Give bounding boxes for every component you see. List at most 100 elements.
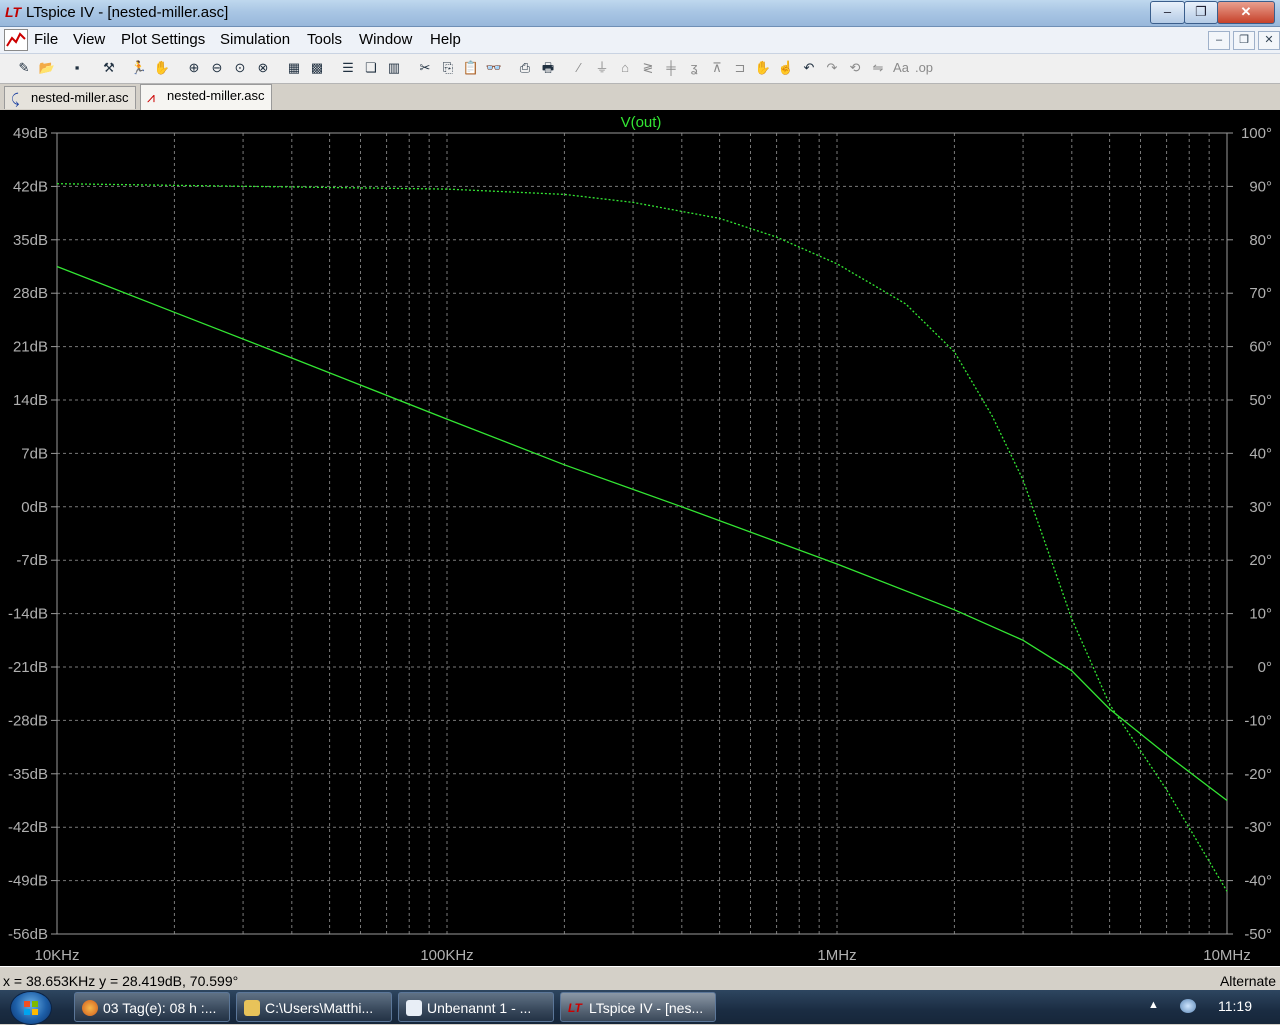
mdi-close-button[interactable]: ✕ [1258, 31, 1280, 50]
maximize-button[interactable]: ❐ [1184, 1, 1218, 24]
y-left-tick-label: 21dB [13, 339, 48, 356]
menu-file[interactable]: File [34, 31, 58, 48]
folder-icon [244, 1000, 260, 1016]
x-tick-label: 100KHz [420, 947, 473, 964]
resistor-icon[interactable]: ≷ [638, 59, 658, 77]
diode-icon[interactable]: ⊼ [707, 59, 727, 77]
zoom-in-icon[interactable]: ⊕ [184, 59, 204, 77]
zoom-fit-icon[interactable]: ⊙ [230, 59, 250, 77]
y-left-tick-label: 0dB [21, 499, 48, 516]
open-file-icon[interactable]: 📂 [37, 59, 57, 77]
drag-icon[interactable]: ☝ [776, 59, 796, 77]
save-icon[interactable]: ▪ [67, 59, 87, 77]
print-icon[interactable]: 🖶 [538, 59, 558, 77]
menu-plot-settings[interactable]: Plot Settings [121, 31, 205, 48]
ltspice-icon: LT [568, 1000, 584, 1016]
zoom-out-icon[interactable]: ⊖ [207, 59, 227, 77]
open-schematic-icon[interactable]: ✎ [14, 59, 34, 77]
y-right-tick-label: 50° [1249, 392, 1272, 409]
wire-icon[interactable]: ∕ [569, 59, 589, 77]
zoom-cancel-icon[interactable]: ⊗ [253, 59, 273, 77]
traces [57, 184, 1227, 892]
title-bar[interactable]: LT LTspice IV - [nested-miller.asc] – ❐ … [0, 0, 1280, 27]
firefox-icon [82, 1000, 98, 1016]
schematic-icon: ⤹ [11, 89, 19, 110]
tile-horizontal-icon[interactable]: ☰ [338, 59, 358, 77]
grid-icon[interactable]: ▩ [307, 59, 327, 77]
menu-simulation[interactable]: Simulation [220, 31, 290, 48]
print-preview-icon[interactable]: ⎙ [515, 59, 535, 77]
plot-canvas[interactable]: 49dB42dB35dB28dB21dB14dB7dB0dB-7dB-14dB-… [0, 110, 1280, 966]
cursor-readout: x = 38.653KHz y = 28.419dB, 70.599° [3, 973, 238, 989]
task-label: LTspice IV - [nes... [589, 1000, 703, 1016]
label-icon[interactable]: ⌂ [615, 59, 635, 77]
y-left-tick-label: 49dB [13, 125, 48, 142]
close-button[interactable]: ✕ [1217, 1, 1275, 24]
task-explorer[interactable]: C:\Users\Matthi... [236, 992, 392, 1022]
waveform-window-icon[interactable] [4, 29, 28, 51]
find-icon[interactable]: 👓 [484, 59, 504, 77]
cascade-icon[interactable]: ❏ [361, 59, 381, 77]
menu-help[interactable]: Help [430, 31, 461, 48]
ltspice-logo-icon: LT [5, 4, 21, 20]
y-left-tick-label: 7dB [21, 445, 48, 462]
waveform-plot[interactable]: 49dB42dB35dB28dB21dB14dB7dB0dB-7dB-14dB-… [0, 110, 1280, 966]
y-right-tick-label: -50° [1244, 926, 1272, 943]
task-writer[interactable]: Unbenannt 1 - ... [398, 992, 554, 1022]
autorange-icon[interactable]: ▦ [284, 59, 304, 77]
start-button[interactable] [10, 991, 52, 1025]
y-left-tick-label: -42dB [8, 819, 48, 836]
status-bar: x = 38.653KHz y = 28.419dB, 70.599° Alte… [0, 966, 1280, 991]
waveform-icon: ⩘ [147, 87, 155, 108]
x-tick-label: 10KHz [34, 947, 79, 964]
y-right-tick-label: -40° [1244, 873, 1272, 890]
y-right-tick-label: -30° [1244, 819, 1272, 836]
y-left-tick-label: -49dB [8, 873, 48, 890]
task-firefox[interactable]: 03 Tag(e): 08 h :... [74, 992, 230, 1022]
clock[interactable]: 11:19 [1218, 998, 1252, 1014]
tab-schematic[interactable]: ⤹ nested-miller.asc [4, 86, 136, 109]
spice-directive-icon[interactable]: .op [914, 59, 934, 77]
mdi-minimize-button[interactable]: – [1208, 31, 1230, 50]
task-label: Unbenannt 1 - ... [427, 1000, 531, 1016]
tab-label: nested-miller.asc [167, 88, 265, 103]
trace-name-vout[interactable]: V(out) [621, 114, 662, 131]
menu-tools[interactable]: Tools [307, 31, 342, 48]
phase-trace[interactable] [57, 184, 1227, 892]
control-panel-icon[interactable]: ⚒ [99, 59, 119, 77]
mdi-restore-button[interactable]: ❐ [1233, 31, 1255, 50]
menu-view[interactable]: View [73, 31, 105, 48]
y-left-tick-label: 35dB [13, 232, 48, 249]
y-right-tick-label: -20° [1244, 766, 1272, 783]
y-left-tick-label: -56dB [8, 926, 48, 943]
ground-icon[interactable]: ⏚ [592, 59, 612, 77]
network-icon[interactable] [1180, 999, 1196, 1013]
redo-icon[interactable]: ↷ [822, 59, 842, 77]
show-hidden-icons-button[interactable]: ▲ [1148, 999, 1159, 1011]
y-left-tick-label: 14dB [13, 392, 48, 409]
undo-icon[interactable]: ↶ [799, 59, 819, 77]
y-left-tick-label: -21dB [8, 659, 48, 676]
tab-waveform[interactable]: ⩘ nested-miller.asc [140, 84, 272, 110]
capacitor-icon[interactable]: ╪ [661, 59, 681, 77]
rotate-icon[interactable]: ⟲ [845, 59, 865, 77]
y-right-tick-label: 70° [1249, 285, 1272, 302]
task-ltspice[interactable]: LT LTspice IV - [nes... [560, 992, 716, 1022]
move-icon[interactable]: ✋ [753, 59, 773, 77]
plot-frame [57, 133, 1227, 934]
cut-icon[interactable]: ✂ [415, 59, 435, 77]
grid [57, 133, 1227, 934]
halt-icon[interactable]: ✋ [152, 59, 172, 77]
run-icon[interactable]: 🏃 [129, 59, 149, 77]
mirror-icon[interactable]: ⇋ [868, 59, 888, 77]
minimize-button[interactable]: – [1150, 1, 1185, 24]
component-icon[interactable]: ⊐ [730, 59, 750, 77]
y-right-tick-label: -10° [1244, 712, 1272, 729]
axis-labels: 49dB42dB35dB28dB21dB14dB7dB0dB-7dB-14dB-… [8, 125, 1272, 964]
paste-icon[interactable]: 📋 [461, 59, 481, 77]
copy-icon[interactable]: ⎘ [438, 59, 458, 77]
menu-window[interactable]: Window [359, 31, 412, 48]
inductor-icon[interactable]: ʓ [684, 59, 704, 77]
tile-vertical-icon[interactable]: ▥ [384, 59, 404, 77]
text-icon[interactable]: Aa [891, 59, 911, 77]
